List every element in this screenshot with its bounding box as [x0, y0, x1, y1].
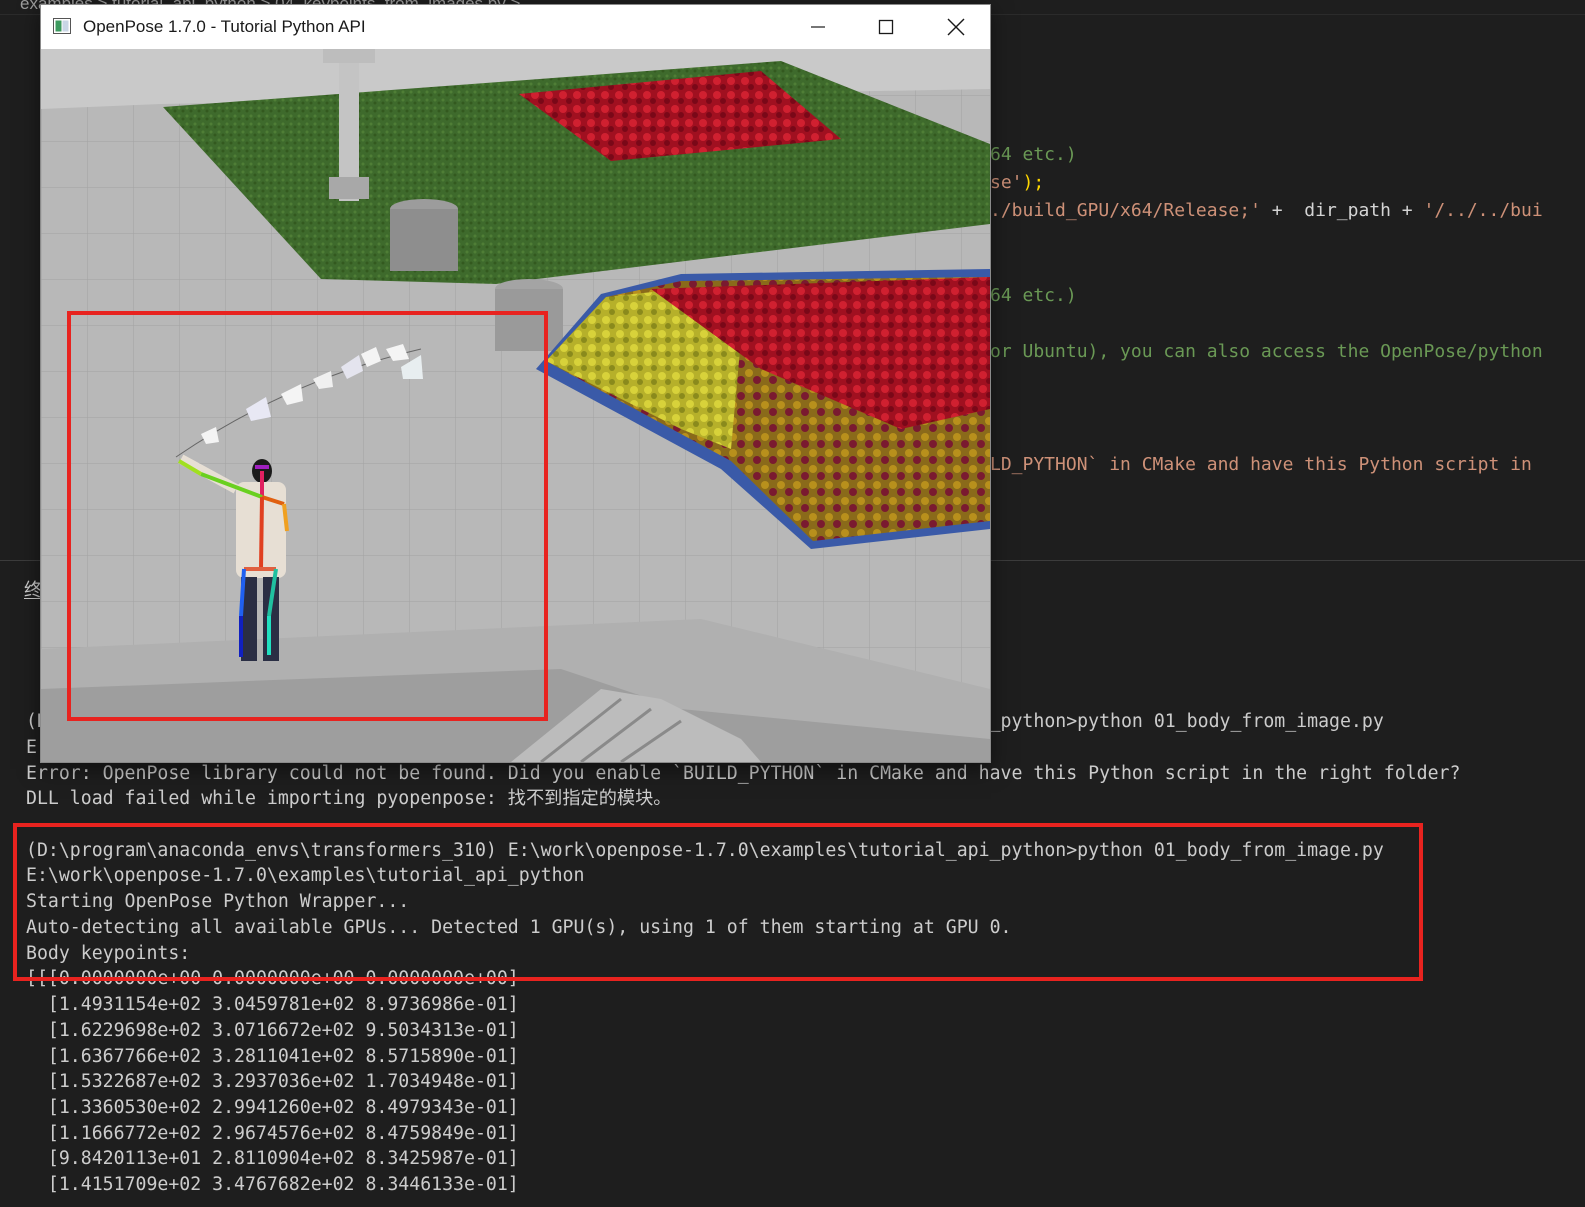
code-token: );: [1022, 172, 1045, 193]
terminal-line: [1.1666772e+02 2.9674576e+02 8.4759849e-…: [26, 1123, 519, 1144]
terminal-line: [1.4151709e+02 3.4767682e+02 8.3446133e-…: [26, 1174, 519, 1195]
window-titlebar[interactable]: OpenPose 1.7.0 - Tutorial Python API: [41, 5, 990, 49]
code-token: se': [990, 172, 1023, 193]
terminal-line: [9.8420113e+01 2.8110904e+02 8.3425987e-…: [26, 1148, 519, 1169]
close-icon: [947, 18, 965, 36]
code-token: '/../../bui: [1423, 200, 1543, 221]
code-line: 64 etc.): [990, 143, 1077, 167]
code-line: LD_PYTHON` in CMake and have this Python…: [990, 453, 1532, 477]
window-title: OpenPose 1.7.0 - Tutorial Python API: [83, 17, 366, 36]
openpose-window[interactable]: OpenPose 1.7.0 - Tutorial Python API: [40, 4, 991, 763]
person-highlight-box: [67, 311, 548, 721]
terminal-highlight-box: [13, 823, 1423, 981]
code-line: se');: [990, 171, 1044, 195]
code-token: 64 etc.): [990, 144, 1077, 165]
code-line: or Ubuntu), you can also access the Open…: [990, 340, 1543, 364]
minimize-icon: [811, 26, 825, 28]
close-button[interactable]: [922, 5, 990, 49]
minimize-button[interactable]: [784, 5, 852, 49]
terminal-line: [1.6367766e+02 3.2811041e+02 8.5715890e-…: [26, 1046, 519, 1067]
code-token: LD_PYTHON` in CMake and have this Python…: [990, 454, 1532, 475]
terminal-line: Error: OpenPose library could not be fou…: [26, 763, 1461, 784]
terminal-line: [1.3360530e+02 2.9941260e+02 8.4979343e-…: [26, 1097, 519, 1118]
code-token: 64 etc.): [990, 285, 1077, 306]
maximize-button[interactable]: [852, 5, 920, 49]
terminal-line: [1.6229698e+02 3.0716672e+02 9.5034313e-…: [26, 1020, 519, 1041]
code-line: 64 etc.): [990, 284, 1077, 308]
code-token: or Ubuntu), you can also access the Open…: [990, 341, 1543, 362]
code-token: + dir_path +: [1271, 200, 1424, 221]
terminal-line: [1.5322687e+02 3.2937036e+02 1.7034948e-…: [26, 1071, 519, 1092]
app-icon: [53, 18, 71, 34]
maximize-icon: [878, 19, 894, 35]
code-token: ./build_GPU/x64/Release;': [990, 200, 1272, 221]
code-line: ./build_GPU/x64/Release;' + dir_path + '…: [990, 199, 1543, 223]
terminal-line: [1.4931154e+02 3.0459781e+02 8.9736986e-…: [26, 994, 519, 1015]
terminal-line: DLL load failed while importing pyopenpo…: [26, 788, 672, 809]
